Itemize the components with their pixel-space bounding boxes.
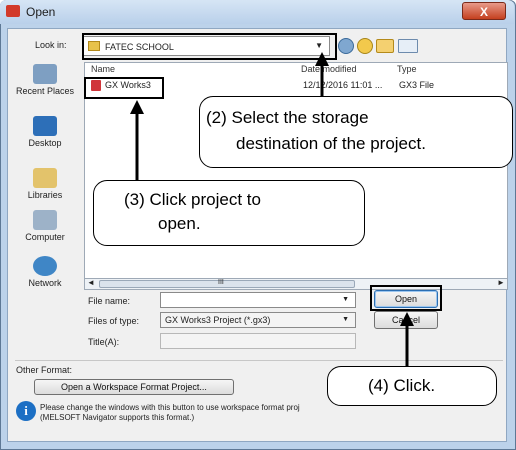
- callout-4-text: (4) Click.: [368, 376, 436, 395]
- arrow-head-3: [130, 100, 144, 114]
- callout-2-line2: destination of the project.: [236, 134, 426, 153]
- callout-2-line1: (2) Select the storage: [206, 108, 369, 127]
- arrow-head-4: [400, 312, 414, 326]
- callout-select-destination: (2) Select the storage destination of th…: [199, 96, 513, 168]
- callout-3-line2: open.: [158, 214, 201, 233]
- arrow-head-2: [315, 52, 329, 66]
- callout-click-open: (4) Click.: [327, 366, 497, 406]
- callout-click-project: (3) Click project to open.: [93, 180, 365, 246]
- callout-3-line1: (3) Click project to: [124, 190, 261, 209]
